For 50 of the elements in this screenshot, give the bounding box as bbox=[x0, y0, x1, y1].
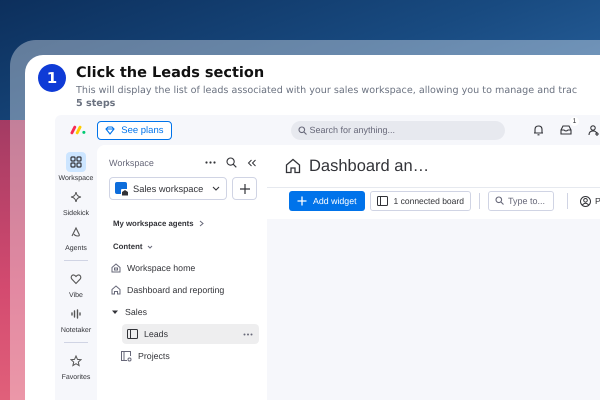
house-icon bbox=[111, 285, 121, 295]
caret-icon[interactable] bbox=[111, 308, 119, 316]
house-icon bbox=[111, 263, 121, 273]
connected-boards-button[interactable]: 1 connected board bbox=[370, 191, 471, 211]
add-button[interactable] bbox=[232, 177, 257, 200]
diamond-icon bbox=[105, 126, 116, 134]
add-widget-button[interactable]: Add widget bbox=[289, 191, 365, 211]
tree-item[interactable]: Sales bbox=[97, 302, 259, 322]
collapse-icon[interactable] bbox=[247, 158, 257, 166]
dashboard-title: Dashboard an… bbox=[309, 156, 430, 176]
tree-item[interactable]: Leads bbox=[122, 324, 259, 344]
tree-item[interactable]: Projects bbox=[97, 346, 259, 366]
plus-icon bbox=[297, 196, 307, 206]
workspace-icon bbox=[115, 182, 129, 196]
board-share-icon bbox=[121, 350, 132, 362]
person-icon bbox=[580, 196, 591, 206]
panel-heading: Workspace bbox=[109, 158, 155, 168]
board-icon bbox=[127, 329, 138, 339]
more-icon[interactable] bbox=[205, 161, 216, 164]
grid-icon bbox=[70, 156, 82, 168]
see-plans-button[interactable]: See plans bbox=[97, 120, 172, 140]
search-icon bbox=[494, 196, 504, 205]
tree-item[interactable]: Workspace home bbox=[97, 258, 259, 278]
logo-icon[interactable] bbox=[70, 125, 88, 135]
search-icon[interactable] bbox=[226, 157, 237, 168]
chevron-down-icon bbox=[212, 186, 220, 191]
invite-person-icon[interactable] bbox=[588, 124, 600, 136]
chevron-right-icon[interactable] bbox=[198, 220, 204, 227]
workspace-dropdown[interactable]: Sales workspace bbox=[109, 177, 227, 200]
step-number: 1 bbox=[38, 64, 66, 92]
search-icon bbox=[298, 126, 306, 134]
steps-count: 5 steps bbox=[76, 98, 116, 109]
inbox-icon[interactable] bbox=[560, 125, 572, 135]
plus-icon bbox=[238, 182, 250, 194]
star-icon bbox=[70, 355, 82, 367]
bell-icon[interactable] bbox=[533, 124, 544, 136]
step-description: This will display the list of leads associated with your sales workspace, allowing you to manage and trac bbox=[76, 85, 578, 96]
filter-field[interactable]: Type to... bbox=[488, 191, 554, 211]
board-icon bbox=[376, 196, 388, 206]
agent-icon bbox=[70, 226, 82, 238]
heart-icon bbox=[70, 273, 82, 285]
chevron-down-icon[interactable] bbox=[147, 244, 154, 248]
sparkle-icon bbox=[70, 191, 82, 203]
search-field[interactable]: Search for anything... bbox=[290, 120, 505, 140]
house-icon bbox=[285, 158, 301, 174]
step-title: Click the Leads section bbox=[76, 65, 266, 81]
rail-button[interactable] bbox=[66, 152, 86, 172]
tree-item[interactable]: Dashboard and reporting bbox=[97, 280, 259, 300]
waveform-icon bbox=[70, 308, 82, 320]
person-button[interactable]: P bbox=[576, 196, 600, 206]
